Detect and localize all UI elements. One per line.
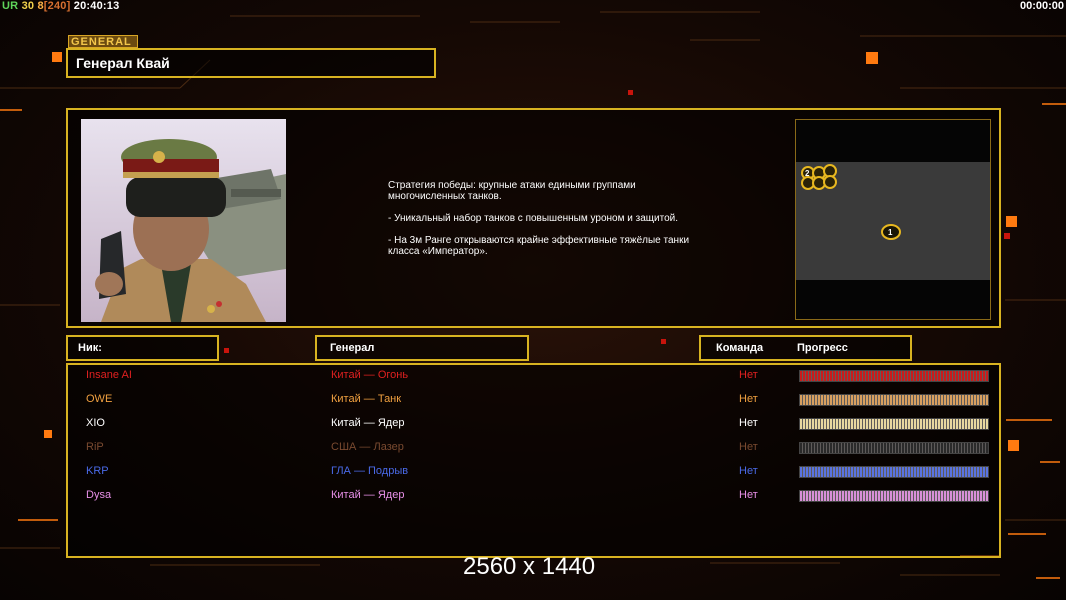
player-row: KRP ГЛА — Подрыв Нет (68, 462, 999, 482)
player-progress-fill (800, 395, 988, 405)
player-general: Китай — Ядер (331, 489, 405, 501)
player-general: Китай — Ядер (331, 417, 405, 429)
player-row: Dysa Китай — Ядер Нет (68, 486, 999, 506)
player-progress-bar (799, 370, 989, 382)
header-nick-label: Ник: (78, 342, 102, 354)
decor-square (224, 348, 229, 353)
player-team: Нет (739, 393, 758, 405)
hud-clock: 20:40:13 (73, 0, 120, 12)
player-general: Китай — Огонь (331, 369, 409, 381)
player-general: ГЛА — Подрыв (331, 465, 409, 477)
player-progress-fill (800, 371, 988, 381)
general-title-box: Генерал Квай (66, 48, 436, 78)
hud-stats: UR 30 8[240] 20:40:13 (2, 0, 119, 12)
player-nick: Dysa (86, 489, 112, 501)
player-progress-fill (800, 467, 988, 477)
description-line: - Уникальный набор танков с повышенным у… (388, 213, 678, 224)
player-progress-fill (800, 419, 988, 429)
player-progress-bar (799, 418, 989, 430)
description-line: Стратегия победы: крупные атаки едиными … (388, 180, 636, 202)
hud-fps: 30 (21, 0, 35, 12)
header-general: Генерал (315, 335, 529, 361)
hud-bracket: [240] (43, 0, 71, 12)
map-marker-player: 1 (888, 228, 893, 237)
hud-ur-label: UR (2, 0, 19, 12)
general-portrait (81, 119, 286, 322)
decor-square (628, 90, 633, 95)
general-info-panel: Стратегия победы: крупные атаки едиными … (66, 108, 1001, 328)
player-progress-fill (800, 491, 988, 501)
player-row: Insane AI Китай — Огонь Нет (68, 366, 999, 386)
general-description: Стратегия победы: крупные атаки едиными … (388, 180, 728, 268)
player-team: Нет (739, 465, 758, 477)
map-preview: 2 1 (795, 119, 991, 320)
header-nick: Ник: (66, 335, 219, 361)
player-progress-bar (799, 466, 989, 478)
decor-square (44, 430, 52, 438)
player-row: OWE Китай — Танк Нет (68, 390, 999, 410)
player-row: XIO Китай — Ядер Нет (68, 414, 999, 434)
description-line: - На 3м Ранге открываются крайне эффекти… (388, 235, 690, 257)
player-general: США — Лазер (331, 441, 404, 453)
player-nick: Insane AI (86, 369, 132, 381)
map-marker-start: 2 (805, 169, 810, 178)
player-nick: OWE (86, 393, 113, 405)
hud-timer: 00:00:00 (1019, 0, 1064, 12)
player-row: RiP США — Лазер Нет (68, 438, 999, 458)
player-nick: XIO (86, 417, 105, 429)
decor-square (1008, 440, 1019, 451)
general-name: Генерал Квай (76, 55, 170, 71)
decor-square (1004, 233, 1010, 239)
player-progress-bar (799, 490, 989, 502)
header-team-progress: Команда Прогресс (699, 335, 912, 361)
player-team: Нет (739, 417, 758, 429)
player-list: Insane AI Китай — Огонь Нет OWE Китай — Танк… (66, 363, 1001, 558)
player-team: Нет (739, 369, 758, 381)
resolution-watermark: 2560 x 1440 (463, 553, 596, 580)
header-team-label: Команда (716, 342, 764, 354)
header-general-label: Генерал (330, 342, 375, 354)
map-markers: 2 1 (801, 164, 901, 240)
player-progress-bar (799, 442, 989, 454)
player-team: Нет (739, 489, 758, 501)
player-progress-fill (800, 443, 988, 453)
decor-square (52, 52, 62, 62)
header-progress-label: Прогресс (797, 342, 848, 354)
decor-square (661, 339, 666, 344)
player-nick: RiP (86, 441, 104, 453)
player-nick: KRP (86, 465, 109, 477)
player-team: Нет (739, 441, 758, 453)
decor-square (1006, 216, 1017, 227)
player-progress-bar (799, 394, 989, 406)
decor-square (866, 52, 878, 64)
general-tag: GENERAL (68, 35, 138, 48)
player-general: Китай — Танк (331, 393, 402, 405)
